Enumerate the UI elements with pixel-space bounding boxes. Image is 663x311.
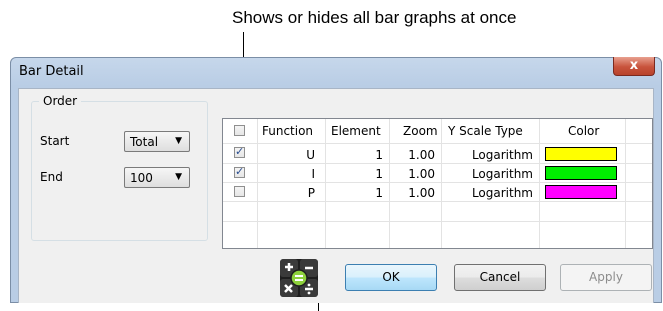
checkmark-icon: ✓ xyxy=(235,145,245,158)
end-select[interactable]: 100 ▼ xyxy=(124,167,190,188)
calculator-icon-graphic xyxy=(280,259,318,297)
row-checkbox[interactable]: ✓ xyxy=(234,145,245,158)
dialog-client-area: Order Start Total ▼ End 100 ▼ Function E… xyxy=(18,88,654,303)
row-y-scale-type: Logarithm xyxy=(471,148,533,162)
bar-detail-dialog: Bar Detail x Order Start Total ▼ End 100… xyxy=(10,57,662,303)
col-divider xyxy=(441,119,442,248)
row-function: P xyxy=(307,186,315,200)
order-group-title: Order xyxy=(39,94,82,108)
start-label: Start xyxy=(40,134,70,148)
row-checkbox[interactable] xyxy=(234,186,245,197)
header-y-scale-type: Y Scale Type xyxy=(448,124,523,138)
row-divider xyxy=(223,182,652,183)
col-divider xyxy=(539,119,540,248)
start-select[interactable]: Total ▼ xyxy=(124,131,190,152)
color-swatch[interactable] xyxy=(545,166,617,180)
window-title: Bar Detail xyxy=(19,64,84,79)
header-color: Color xyxy=(568,124,600,138)
row-function: I xyxy=(311,167,315,181)
col-divider xyxy=(325,119,326,248)
color-swatch[interactable] xyxy=(545,185,617,199)
close-icon: x xyxy=(629,58,639,73)
end-select-value: 100 xyxy=(130,171,153,185)
cancel-button[interactable]: Cancel xyxy=(454,264,546,291)
row-element: 1 xyxy=(375,148,383,162)
header-zoom: Zoom xyxy=(403,124,438,138)
col-divider xyxy=(389,119,390,248)
end-label: End xyxy=(40,170,63,184)
row-zoom: 1.00 xyxy=(408,148,435,162)
row-zoom: 1.00 xyxy=(408,167,435,181)
show-all-checkbox[interactable] xyxy=(234,125,245,136)
row-divider xyxy=(223,221,652,222)
ok-button[interactable]: OK xyxy=(345,264,437,291)
bar-graph-table: Function Element Zoom Y Scale Type Color… xyxy=(222,118,653,249)
row-function: U xyxy=(306,148,315,162)
row-element: 1 xyxy=(375,167,383,181)
row-divider xyxy=(223,163,652,164)
chevron-down-icon: ▼ xyxy=(175,172,182,182)
checkmark-icon: ✓ xyxy=(235,165,245,178)
row-y-scale-type: Logarithm xyxy=(471,186,533,200)
color-swatch[interactable] xyxy=(545,147,617,161)
col-divider xyxy=(257,119,258,248)
col-divider xyxy=(625,119,626,248)
row-element: 1 xyxy=(375,186,383,200)
row-checkbox[interactable]: ✓ xyxy=(234,165,245,178)
callout-text: Shows or hides all bar graphs at once xyxy=(232,8,517,27)
calculator-icon[interactable] xyxy=(280,259,318,297)
row-zoom: 1.00 xyxy=(408,186,435,200)
row-divider xyxy=(223,201,652,202)
row-divider xyxy=(223,143,652,144)
row-y-scale-type: Logarithm xyxy=(471,167,533,181)
close-button[interactable]: x xyxy=(613,57,655,76)
start-select-value: Total xyxy=(130,135,159,149)
chevron-down-icon: ▼ xyxy=(175,136,182,146)
header-function: Function xyxy=(262,124,314,138)
header-element: Element xyxy=(331,124,381,138)
apply-button[interactable]: Apply xyxy=(560,264,652,291)
